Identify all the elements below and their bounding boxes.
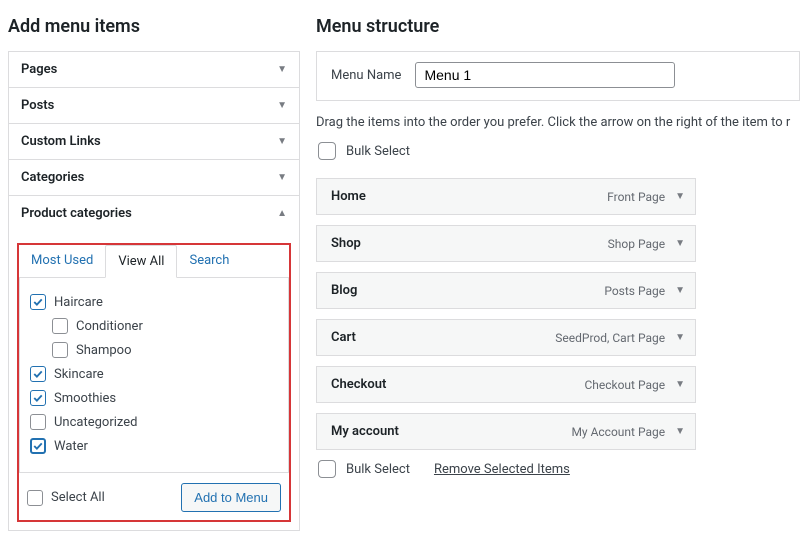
menu-item-shop[interactable]: Shop Shop Page ▼ <box>316 225 696 262</box>
tab-view-all[interactable]: View All <box>105 245 177 278</box>
triangle-down-icon[interactable]: ▼ <box>675 380 685 390</box>
category-conditioner-label: Conditioner <box>76 319 143 334</box>
accordion-posts[interactable]: Posts ▼ <box>9 88 299 123</box>
checkbox-bulk-select-top[interactable] <box>318 142 336 160</box>
triangle-down-icon[interactable]: ▼ <box>675 192 685 202</box>
drag-instructions: Drag the items into the order you prefer… <box>316 115 800 130</box>
checkbox-water[interactable] <box>30 438 46 454</box>
menu-item-home[interactable]: Home Front Page ▼ <box>316 178 696 215</box>
triangle-down-icon: ▼ <box>277 137 287 147</box>
accordion-pages-label: Pages <box>21 62 57 77</box>
add-menu-items-heading: Add menu items <box>8 16 300 37</box>
tab-search[interactable]: Search <box>177 245 241 277</box>
menu-item-title: Cart <box>331 330 555 345</box>
category-haircare-label: Haircare <box>54 295 103 310</box>
menu-name-row: Menu Name <box>316 51 800 101</box>
menu-name-input[interactable] <box>415 62 675 88</box>
menu-item-type: SeedProd, Cart Page <box>555 331 665 345</box>
accordion-categories-label: Categories <box>21 170 84 185</box>
checkbox-skincare[interactable] <box>30 366 46 382</box>
menu-item-type: Checkout Page <box>584 378 665 392</box>
accordion-categories[interactable]: Categories ▼ <box>9 160 299 195</box>
checkbox-smoothies[interactable] <box>30 390 46 406</box>
menu-item-title: Blog <box>331 283 604 298</box>
triangle-down-icon: ▼ <box>277 173 287 183</box>
accordion-product-categories-label: Product categories <box>21 206 132 221</box>
accordion-pages[interactable]: Pages ▼ <box>9 52 299 87</box>
triangle-down-icon: ▼ <box>277 101 287 111</box>
category-shampoo-label: Shampoo <box>76 343 131 358</box>
triangle-down-icon[interactable]: ▼ <box>675 333 685 343</box>
menu-item-title: Shop <box>331 236 608 251</box>
menu-structure-heading: Menu structure <box>316 16 800 37</box>
triangle-down-icon[interactable]: ▼ <box>675 286 685 296</box>
menu-item-my-account[interactable]: My account My Account Page ▼ <box>316 413 696 450</box>
menu-item-type: Front Page <box>607 190 665 204</box>
select-all-label: Select All <box>51 490 105 505</box>
triangle-up-icon: ▲ <box>277 209 287 219</box>
category-uncategorized-label: Uncategorized <box>54 415 137 430</box>
product-categories-highlight: Most Used View All Search Haircare Condi… <box>17 243 291 522</box>
menu-item-type: My Account Page <box>571 425 665 439</box>
menu-item-blog[interactable]: Blog Posts Page ▼ <box>316 272 696 309</box>
menu-item-checkout[interactable]: Checkout Checkout Page ▼ <box>316 366 696 403</box>
menu-item-title: My account <box>331 424 571 439</box>
checkbox-bulk-select-bottom[interactable] <box>318 460 336 478</box>
accordion-custom-links[interactable]: Custom Links ▼ <box>9 124 299 159</box>
menu-item-title: Checkout <box>331 377 584 392</box>
bulk-select-top-label: Bulk Select <box>346 144 410 159</box>
menu-item-title: Home <box>331 189 607 204</box>
checkbox-conditioner[interactable] <box>52 318 68 334</box>
checkbox-haircare[interactable] <box>30 294 46 310</box>
bulk-select-bottom-label: Bulk Select <box>346 462 410 477</box>
checkbox-shampoo[interactable] <box>52 342 68 358</box>
tab-most-used[interactable]: Most Used <box>19 245 105 277</box>
checkbox-uncategorized[interactable] <box>30 414 46 430</box>
menu-item-type: Posts Page <box>604 284 665 298</box>
category-smoothies-label: Smoothies <box>54 391 116 406</box>
accordion-posts-label: Posts <box>21 98 54 113</box>
remove-selected-link: Remove Selected Items <box>434 462 570 477</box>
category-water-label: Water <box>54 439 88 454</box>
triangle-down-icon[interactable]: ▼ <box>675 427 685 437</box>
accordion-custom-links-label: Custom Links <box>21 134 101 149</box>
accordion-product-categories[interactable]: Product categories ▲ <box>9 196 299 231</box>
triangle-down-icon[interactable]: ▼ <box>675 239 685 249</box>
add-to-menu-button[interactable]: Add to Menu <box>181 483 281 512</box>
menu-item-cart[interactable]: Cart SeedProd, Cart Page ▼ <box>316 319 696 356</box>
category-skincare-label: Skincare <box>54 367 104 382</box>
menu-name-label: Menu Name <box>331 68 401 83</box>
category-list: Haircare Conditioner Shampoo Skincare <box>19 278 289 473</box>
menu-item-type: Shop Page <box>608 237 665 251</box>
triangle-down-icon: ▼ <box>277 65 287 75</box>
checkbox-select-all[interactable] <box>27 490 43 506</box>
